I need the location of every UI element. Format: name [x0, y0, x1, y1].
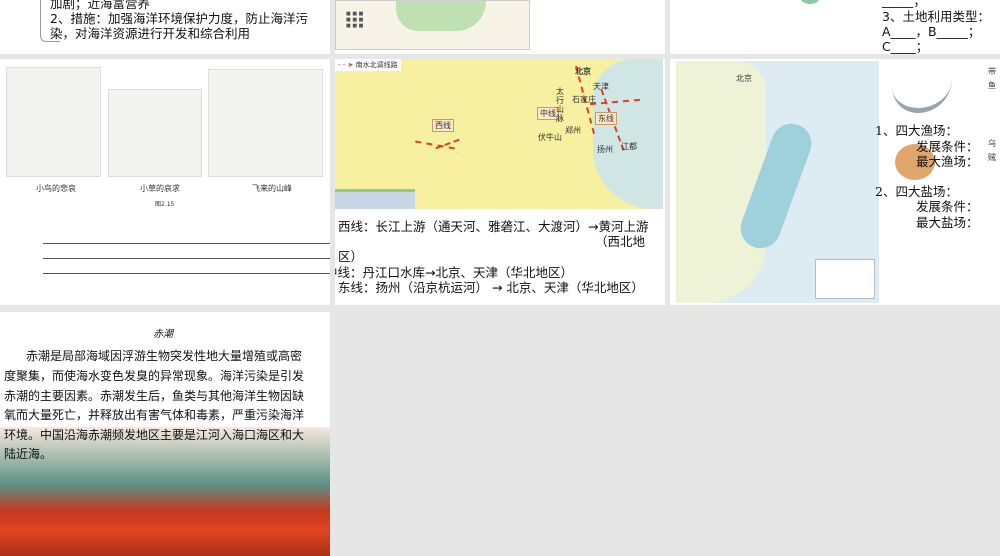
legend-label: 南水北调线路: [355, 61, 398, 69]
water-diversion-map: - - ➤ 南水北调线路 西线 中线 东线 北京 天津 石家庄 郑州 扬州 江都…: [335, 59, 663, 209]
cartoon-grass: [108, 89, 202, 177]
text-line: 2、四大盐场：: [875, 184, 958, 199]
slide-thumbnail-4[interactable]: 小鸟的悲哀 小草的哀求 飞来的山峰 图2.15 ： ： ：: [0, 59, 330, 305]
blank-label: ：: [0, 231, 7, 247]
blank-label: ：: [0, 261, 7, 277]
city-label: 扬州: [597, 145, 613, 154]
city-label: 石家庄: [572, 95, 596, 104]
slide-title: 赤潮: [153, 329, 173, 340]
text-line: 中线：丹江口水库→北京、天津（华北地区）: [335, 265, 573, 280]
text-line: 西线：长江上游（通天河、雅砻江、大渡河）→黄河上游: [338, 219, 649, 234]
paragraph-line: 度聚集，而使海水变色发臭的异常现象。海洋污染是引发: [4, 369, 305, 383]
cartoon-mountain: [208, 69, 323, 177]
side-label: 带鱼: [988, 67, 996, 90]
text-line: 发展条件：: [916, 199, 979, 214]
slide-thumbnail-7[interactable]: 赤潮 赤潮是局部海域因浮游生物突发性地大量增殖或高密 度聚集，而使海水变色发臭的…: [0, 312, 330, 556]
paragraph-line: 赤潮的主要因素。赤潮发生后，鱼类与其他海洋生物因缺: [4, 389, 305, 403]
text-line: 东线：扬州（沿京杭运河） → 北京、天津（华北地区）: [338, 280, 644, 295]
map-fragment: [800, 0, 820, 4]
text-line: 发展条件：: [916, 139, 979, 154]
map-legend: [815, 259, 875, 299]
paragraph-line: 环境。中国沿海赤潮频发地区主要是江河入海口海区和大: [4, 428, 305, 442]
text-line: 最大盐场：: [916, 215, 979, 230]
china-map-image: ■ ■ ■ ■ ■ ■ ■ ■ ■: [335, 0, 530, 50]
cartoon-bird: [6, 67, 101, 177]
city-label: 北京: [575, 67, 591, 76]
city-label: 北京: [736, 74, 752, 83]
coastal-map: 北京: [676, 61, 879, 303]
figure-number: 图2.15: [155, 201, 175, 208]
side-label: 乌贼: [988, 139, 996, 162]
paragraph-line: 氧而大量死亡，并释放出有害气体和毒素，严重污染海洋: [4, 408, 305, 422]
cartoon-caption: 小鸟的悲哀: [36, 184, 76, 193]
route-label-east: 东线: [595, 112, 617, 125]
text-line: 区）: [338, 249, 364, 264]
ribbonfish-image: [892, 63, 952, 113]
city-label: 天津: [593, 82, 609, 91]
text-line: C____；: [882, 39, 929, 54]
answer-line: [43, 258, 330, 259]
text-line: 1、四大渔场：: [875, 123, 958, 138]
text-line: 2、措施：加强海洋环境保护力度，防止海洋污: [50, 11, 308, 26]
slide-thumbnail-6[interactable]: 北京 带鱼 乌贼 1、四大渔场： 发展条件： 最大渔场： 2、四大盐场： 发展条…: [670, 59, 1000, 305]
map-legend: - - ➤ 南水北调线路: [335, 59, 401, 71]
text-line: （西北地: [595, 234, 646, 249]
text-line: A____，B_____；: [882, 24, 981, 39]
city-label: 郑州: [565, 126, 581, 135]
slide-thumbnail-5[interactable]: - - ➤ 南水北调线路 西线 中线 东线 北京 天津 石家庄 郑州 扬州 江都…: [335, 59, 665, 305]
slide-thumbnail-2[interactable]: ■ ■ ■ ■ ■ ■ ■ ■ ■: [335, 0, 665, 54]
text-line: 3、土地利用类型：: [882, 9, 990, 24]
answer-line: [43, 243, 330, 244]
paragraph-line: 陆近海。: [4, 447, 53, 461]
blank-label: ：: [0, 246, 7, 262]
slide-thumbnail-3[interactable]: _____； 3、土地利用类型： A____，B_____； C____；: [670, 0, 1000, 54]
mountain-label: 伏牛山: [538, 133, 562, 142]
mountain-label: 太行山脉: [556, 87, 564, 123]
cartoon-caption: 小草的哀求: [140, 184, 180, 193]
text-line: _____；: [882, 0, 926, 8]
city-label: 江都: [621, 142, 637, 151]
answer-line: [43, 273, 330, 274]
slide-thumbnail-1[interactable]: 加剧；近海富营养 2、措施：加强海洋环境保护力度，防止海洋污 染，对海洋资源进行…: [0, 0, 330, 54]
cartoon-caption: 飞来的山峰: [252, 184, 292, 193]
paragraph-line: 赤潮是局部海域因浮游生物突发性地大量增殖或高密: [26, 349, 303, 363]
text-line: 染，对海洋资源进行开发和综合利用: [50, 26, 251, 41]
text-line: 最大渔场：: [916, 154, 979, 169]
route-label-west: 西线: [432, 119, 454, 132]
